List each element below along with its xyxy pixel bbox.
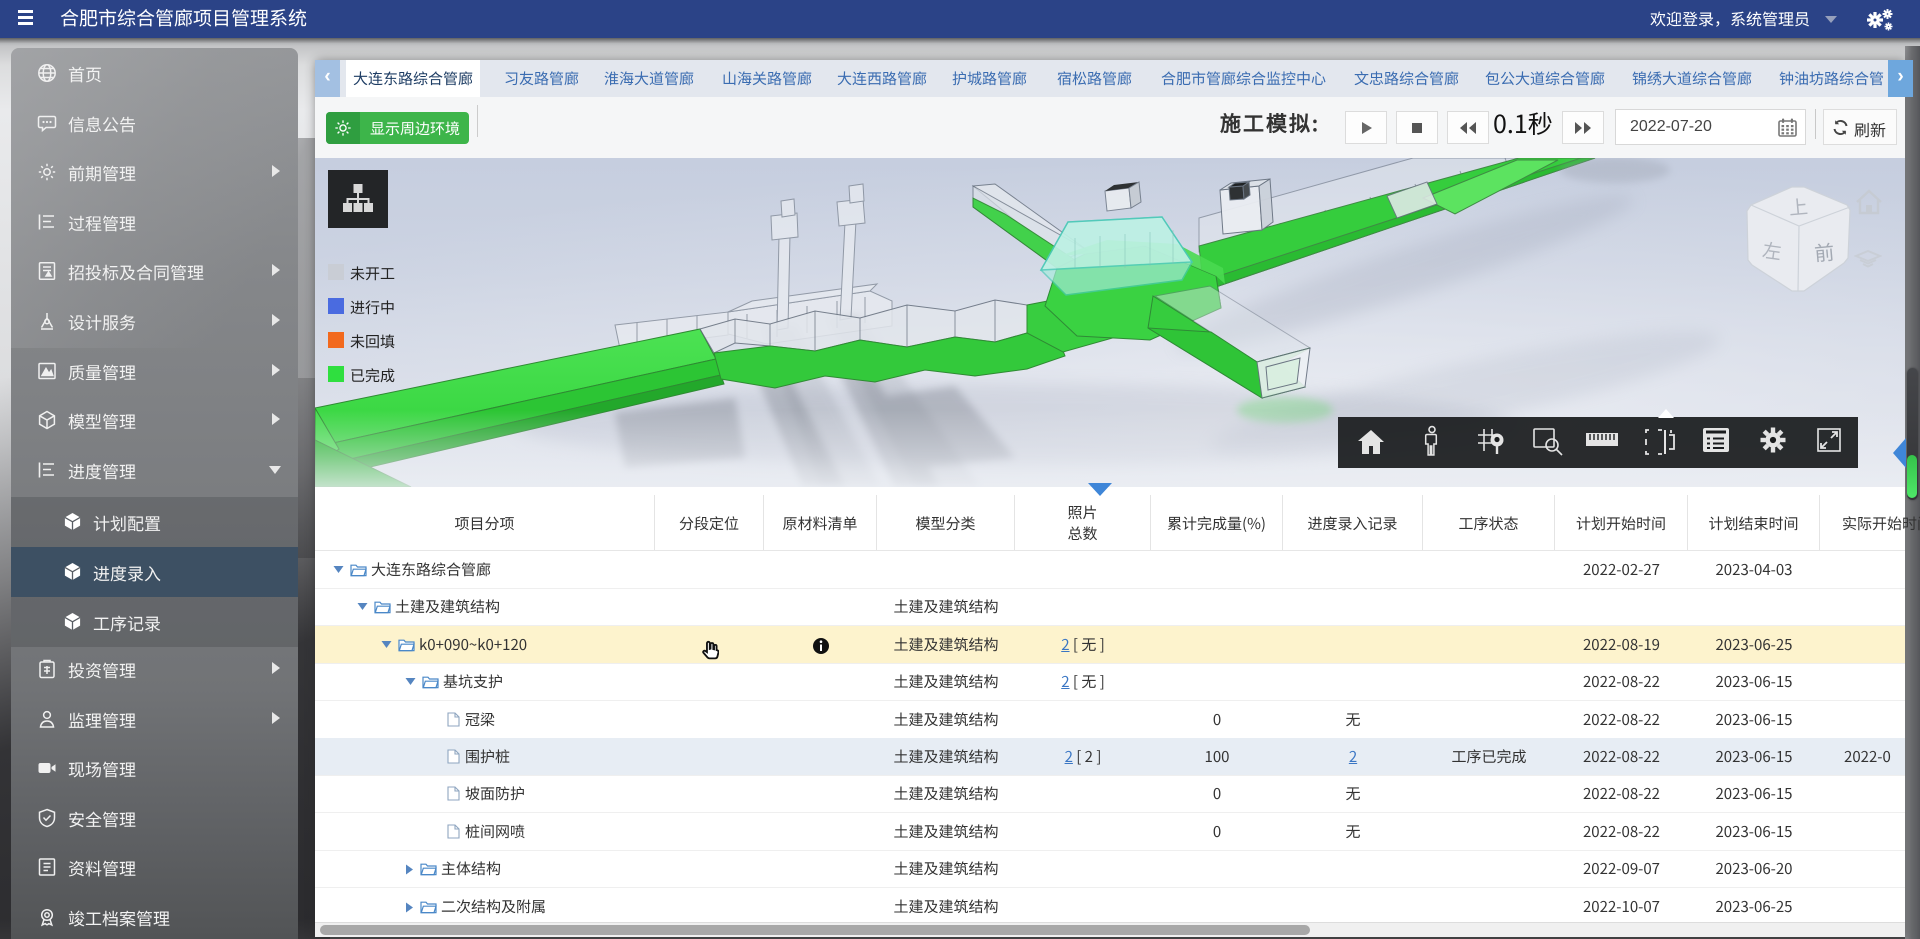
- svg-text:左: 左: [1761, 236, 1784, 265]
- svg-text:前: 前: [1813, 236, 1835, 267]
- svg-text:上: 上: [1788, 192, 1809, 221]
